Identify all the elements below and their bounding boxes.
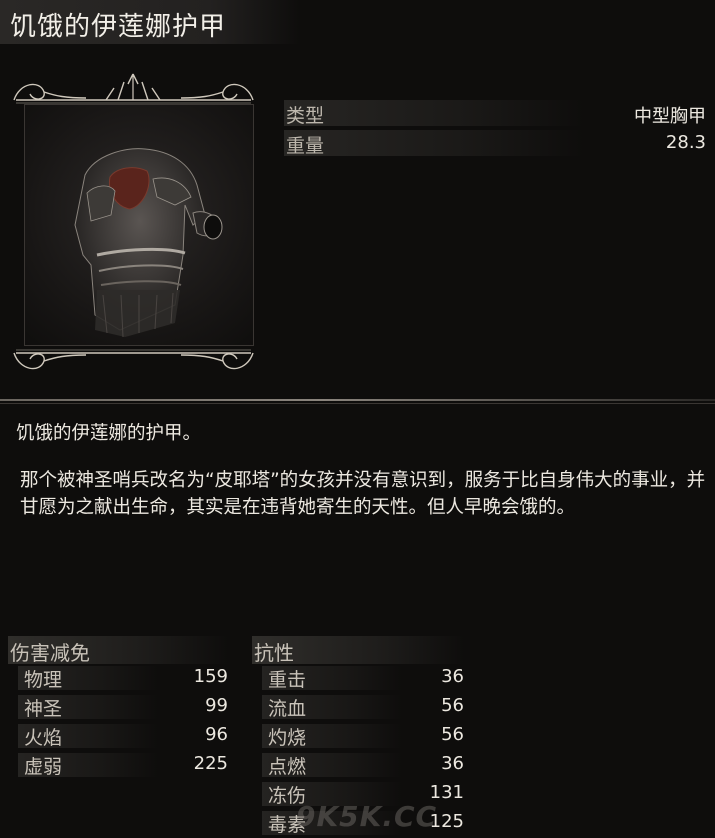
- stat-label: 点燃: [268, 756, 307, 778]
- damage-negation-table: 伤害减免 物理 159 神圣 99 火焰 96 虚弱 225: [8, 636, 228, 780]
- damage-negation-title: 伤害减免: [10, 641, 90, 665]
- table-row: 神圣 99: [8, 693, 228, 722]
- table-row: 物理 159: [8, 664, 228, 693]
- weight-value: 28.3: [665, 132, 706, 153]
- table-row: 流血 56: [252, 693, 464, 722]
- description-line-1: 饥饿的伊莲娜的护甲。: [16, 423, 202, 444]
- type-label: 类型: [286, 105, 325, 127]
- table-row: 点燃 36: [252, 751, 464, 780]
- ornament-bottom-icon: [13, 349, 254, 370]
- item-description: 饥饿的伊莲娜的护甲。 那个被神圣哨兵改名为“皮耶塔”的女孩并没有意识到，服务于比…: [16, 420, 706, 521]
- type-value: 中型胸甲: [634, 106, 706, 127]
- stat-label: 神圣: [24, 698, 63, 720]
- resistance-header: 抗性: [252, 636, 464, 665]
- table-row: 虚弱 225: [8, 751, 228, 780]
- stat-label: 灼烧: [268, 727, 307, 749]
- ornament-top-icon: [13, 73, 254, 104]
- type-row: 类型 中型胸甲: [284, 100, 706, 127]
- description-line-2: 那个被神圣哨兵改名为“皮耶塔”的女孩并没有意识到，服务于比自身伟大的事业，并甘愿…: [20, 470, 706, 518]
- table-row: 火焰 96: [8, 722, 228, 751]
- item-image-frame: [6, 70, 261, 372]
- weight-row: 重量 28.3: [284, 130, 706, 157]
- stat-label: 物理: [24, 669, 63, 691]
- stat-label: 火焰: [24, 727, 63, 749]
- stat-value: 56: [441, 724, 464, 745]
- watermark: 9K5K.CC: [296, 800, 438, 833]
- stat-value: 159: [193, 666, 228, 687]
- stat-value: 96: [205, 724, 228, 745]
- chest-armor-icon: [74, 148, 223, 338]
- resistance-title: 抗性: [254, 641, 294, 665]
- item-title: 饥饿的伊莲娜护甲: [10, 12, 227, 42]
- stat-value: 225: [193, 753, 228, 774]
- stat-value: 99: [205, 695, 228, 716]
- weight-label: 重量: [286, 135, 325, 157]
- damage-negation-header: 伤害减免: [8, 636, 228, 665]
- stat-value: 56: [441, 695, 464, 716]
- section-divider: [0, 399, 715, 404]
- stat-label: 重击: [268, 669, 307, 691]
- stat-value: 36: [441, 666, 464, 687]
- stat-label: 流血: [268, 698, 307, 720]
- stat-value: 36: [441, 753, 464, 774]
- table-row: 重击 36: [252, 664, 464, 693]
- armor-image: [24, 104, 254, 346]
- stat-label: 虚弱: [24, 756, 63, 778]
- table-row: 灼烧 56: [252, 722, 464, 751]
